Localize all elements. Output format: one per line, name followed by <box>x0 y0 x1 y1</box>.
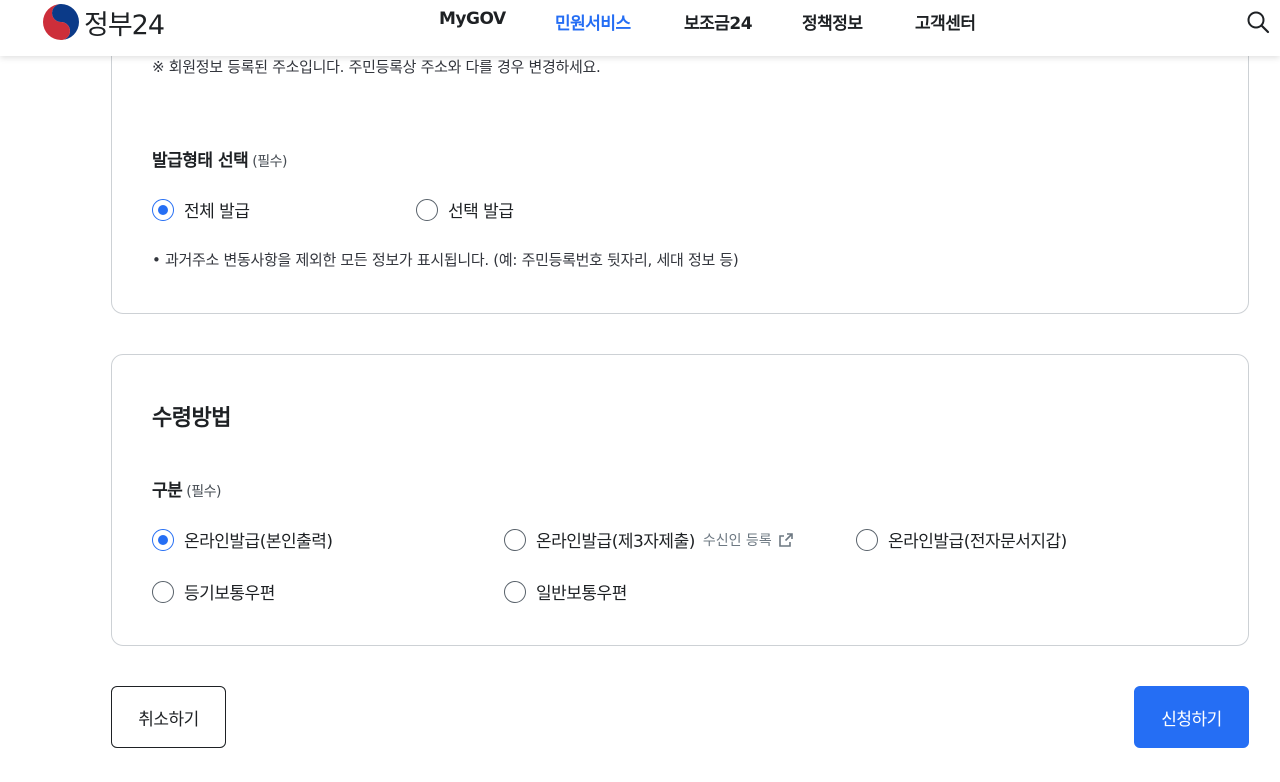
receipt-method-title: 수령방법 <box>152 406 231 431</box>
logo-text: 정부24 <box>84 9 165 41</box>
radio-regular-mail-label: 일반보통우편 <box>536 584 627 604</box>
nav-customer-center[interactable]: 고객센터 <box>915 9 976 34</box>
radio-full-issue[interactable]: 전체 발급 <box>152 197 250 222</box>
radio-checked-icon <box>152 528 174 551</box>
radio-select-issue[interactable]: 선택 발급 <box>416 197 514 222</box>
search-icon[interactable] <box>1246 10 1270 34</box>
site-header: 정부24 MyGOV 민원서비스 보조금24 정책정보 고객센터 <box>0 0 1280 56</box>
issue-type-label-text: 발급형태 선택 <box>152 151 249 171</box>
radio-online-self-print-label: 온라인발급(본인출력) <box>184 532 333 552</box>
radio-unchecked-icon <box>416 198 438 221</box>
external-link-icon <box>778 532 793 547</box>
radio-registered-mail[interactable]: 등기보통우편 <box>152 579 275 604</box>
radio-unchecked-icon <box>504 580 526 603</box>
register-recipient-link[interactable]: 수신인 등록 <box>703 530 794 550</box>
address-note: ※ 회원정보 등록된 주소입니다. 주민등록상 주소와 다를 경우 변경하세요. <box>152 58 601 76</box>
issue-type-note: • 과거주소 변동사항을 제외한 모든 정보가 표시됩니다. (예: 주민등록번… <box>152 251 739 269</box>
radio-registered-mail-label: 등기보통우편 <box>184 584 275 604</box>
taegeuk-logo-icon <box>43 4 79 40</box>
radio-online-self-print[interactable]: 온라인발급(본인출력) <box>152 527 333 552</box>
nav-civil-service[interactable]: 민원서비스 <box>555 9 631 34</box>
receipt-type-label: 구분 (필수) <box>152 476 221 501</box>
radio-unchecked-icon <box>856 528 878 551</box>
radio-unchecked-icon <box>152 580 174 603</box>
radio-select-issue-label: 선택 발급 <box>448 202 514 222</box>
radio-unchecked-icon <box>504 528 526 551</box>
cancel-button[interactable]: 취소하기 <box>111 686 226 748</box>
issue-type-label: 발급형태 선택 (필수) <box>152 146 287 171</box>
submit-button[interactable]: 신청하기 <box>1134 686 1249 748</box>
radio-online-third-party[interactable]: 온라인발급(제3자제출) 수신인 등록 <box>504 527 794 552</box>
receipt-type-label-text: 구분 <box>152 481 183 501</box>
receipt-method-card: 수령방법 구분 (필수) 온라인발급(본인출력) 온라인발급(제3자제출) 수신인… <box>111 354 1249 646</box>
nav-policy-info[interactable]: 정책정보 <box>802 9 863 34</box>
nav-mygov[interactable]: MyGOV <box>439 9 506 29</box>
required-mark: (필수) <box>252 154 287 170</box>
radio-online-e-wallet-label: 온라인발급(전자문서지갑) <box>888 532 1067 552</box>
radio-online-e-wallet[interactable]: 온라인발급(전자문서지갑) <box>856 527 1067 552</box>
radio-checked-icon <box>152 198 174 221</box>
radio-online-third-party-label: 온라인발급(제3자제출) <box>536 532 695 552</box>
gov24-logo[interactable]: 정부24 <box>42 3 165 41</box>
register-recipient-text: 수신인 등록 <box>702 532 772 549</box>
radio-regular-mail[interactable]: 일반보통우편 <box>504 579 627 604</box>
required-mark: (필수) <box>186 484 221 500</box>
radio-full-issue-label: 전체 발급 <box>184 202 250 222</box>
nav-subsidy24[interactable]: 보조금24 <box>684 9 753 34</box>
